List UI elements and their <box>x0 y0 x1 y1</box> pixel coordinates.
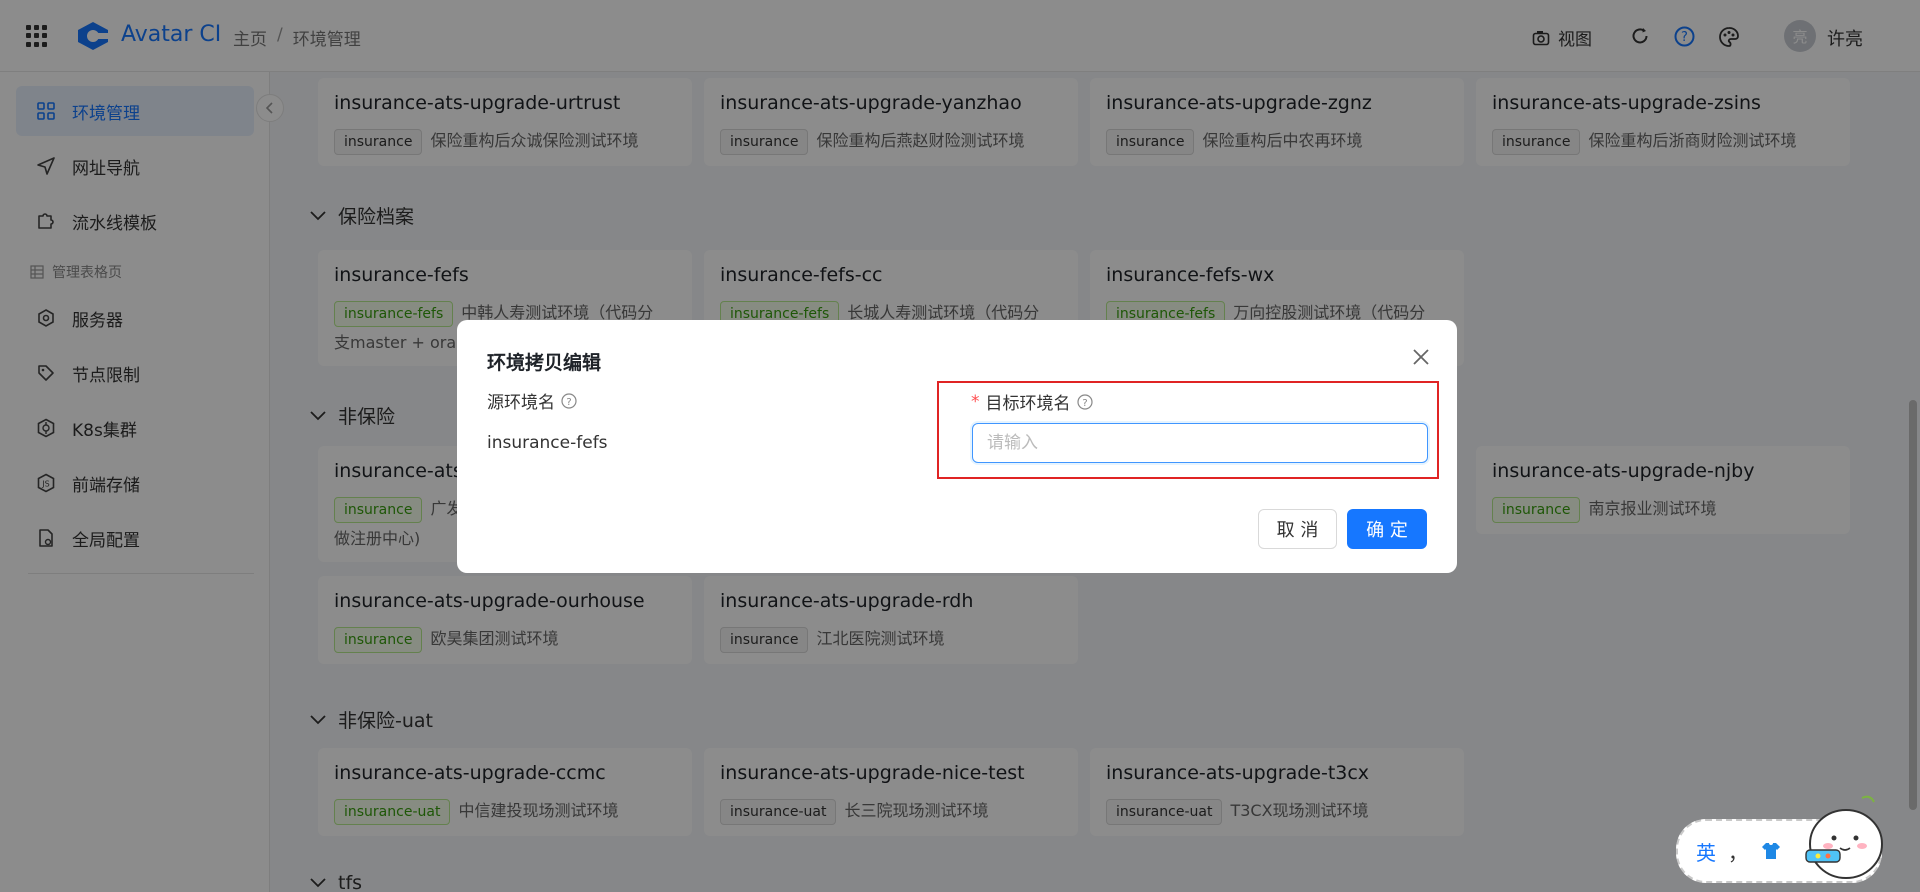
cancel-button[interactable]: 取 消 <box>1258 509 1337 549</box>
dialog-title: 环境拷贝编辑 <box>487 352 602 374</box>
source-env-label-text: 源环境名 <box>487 393 555 413</box>
confirm-button[interactable]: 确 定 <box>1347 509 1427 549</box>
svg-text:?: ? <box>566 397 571 408</box>
source-env-label: 源环境名 ? <box>487 388 577 413</box>
svg-text:?: ? <box>1082 398 1087 409</box>
ime-punct[interactable]: ， <box>1728 837 1748 866</box>
target-env-input[interactable] <box>972 423 1428 463</box>
shirt-icon[interactable] <box>1760 841 1782 861</box>
mascot-image <box>1805 795 1883 879</box>
source-env-value: insurance-fefs <box>487 433 608 453</box>
target-env-label-text: 目标环境名 <box>985 394 1071 414</box>
ime-mode-label[interactable]: 英 <box>1696 837 1716 866</box>
required-mark: * <box>971 391 980 412</box>
question-circle-icon[interactable]: ? <box>561 392 577 409</box>
env-copy-edit-dialog: 环境拷贝编辑 源环境名 ? insurance-fefs * 目标环境名 ? 取… <box>457 320 1457 573</box>
close-icon[interactable] <box>1412 348 1430 366</box>
target-env-label: * 目标环境名 ? <box>971 389 1093 414</box>
question-circle-icon[interactable]: ? <box>1076 393 1093 410</box>
